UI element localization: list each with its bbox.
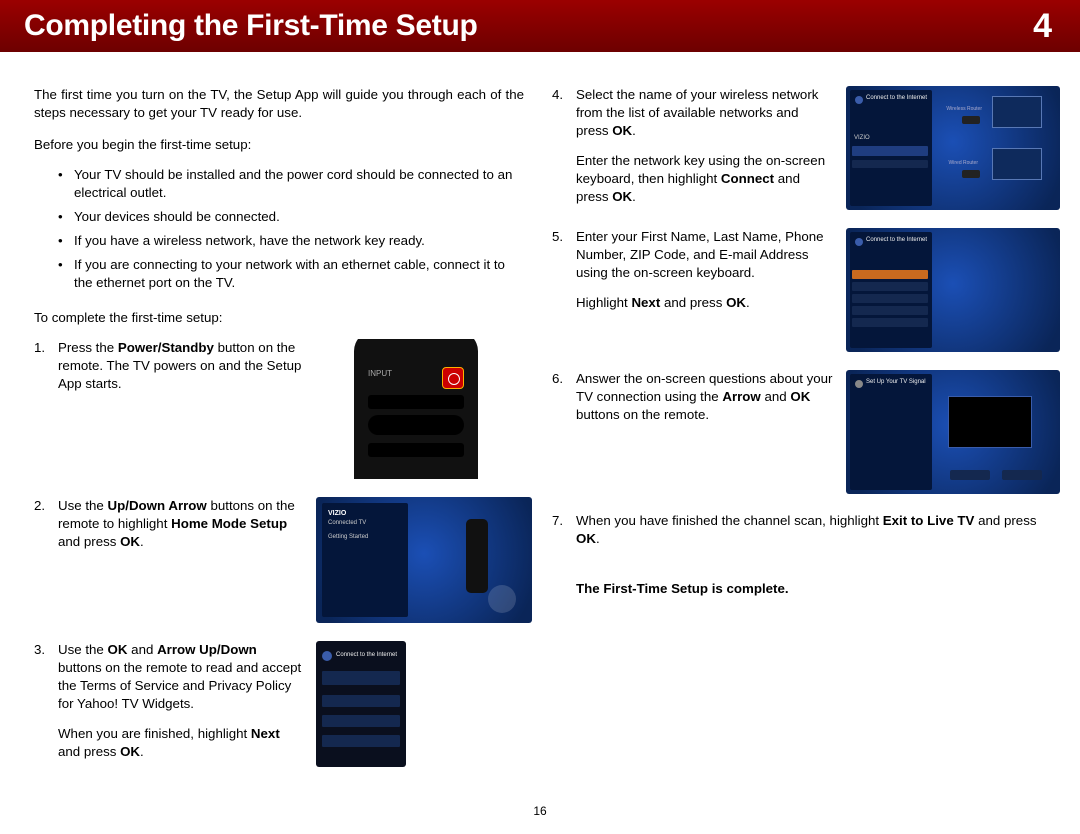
left-column: The first time you turn on the TV, the S… [34,86,524,785]
figure-terms: Connect to the Internet [316,641,406,767]
step-2: Use the Up/Down Arrow buttons on the rem… [34,497,524,623]
globe-icon [322,651,332,661]
step-4-text: Select the name of your wireless network… [576,86,834,206]
bold: OK [120,534,140,549]
bold: OK [726,295,746,310]
before-item: If you are connecting to your network wi… [58,256,524,292]
text: . [746,295,750,310]
text: and press [974,513,1036,528]
fig-label: Wired Router [949,160,978,167]
figure-tv-signal: Set Up Your TV Signal [846,370,1060,494]
bold: Next [251,726,280,741]
before-item: If you have a wireless network, have the… [58,232,524,250]
step-1-text: Press the Power/Standby button on the re… [58,339,304,393]
bold: OK [108,642,128,657]
fig-label: Connect to the Internet [866,236,927,244]
bold: OK [612,123,632,138]
figure-network: Connect to the Internet VIZIO Wireless R… [846,86,1060,210]
text: . [632,123,636,138]
bold: OK [612,189,632,204]
globe-icon [855,96,863,104]
step-5-text: Enter your First Name, Last Name, Phone … [576,228,834,312]
bold: Arrow Up/Down [157,642,257,657]
tv-icon [992,96,1042,128]
complete-message: The First-Time Setup is complete. [552,580,1042,598]
power-icon [442,367,464,389]
bold: Next [631,295,660,310]
bold: Exit to Live TV [883,513,975,528]
router-icon [962,170,980,178]
figure-remote: INPUT [316,339,526,479]
text: . [140,534,144,549]
gear-icon [855,380,863,388]
step-3: Use the OK and Arrow Up/Down buttons on … [34,641,524,767]
fig-label: Connect to the Internet [866,94,927,102]
bold: Arrow [722,389,760,404]
chapter-title: Completing the First-Time Setup [24,9,478,43]
mini-remote-icon [466,519,488,593]
before-list: Your TV should be installed and the powe… [34,166,524,298]
text: . [596,531,600,546]
globe-icon [855,238,863,246]
circle-icon [488,585,516,613]
bold: Connect [721,171,774,186]
text: and [761,389,791,404]
steps-right: Select the name of your wireless network… [552,86,1042,566]
router-icon [962,116,980,124]
step-6-text: Answer the on-screen questions about you… [576,370,834,424]
text: Enter your First Name, Last Name, Phone … [576,228,834,282]
fig-label: VIZIO [854,134,870,142]
text: and press [58,534,120,549]
bold: OK [576,531,596,546]
fig-label: Connected TV [328,519,366,527]
step-5: Enter your First Name, Last Name, Phone … [552,228,1042,352]
text: and [127,642,157,657]
figure-home-mode: VIZIO Connected TV Getting Started [316,497,532,623]
step-6: Answer the on-screen questions about you… [552,370,1042,494]
step-1: Press the Power/Standby button on the re… [34,339,524,479]
intro-paragraph: The first time you turn on the TV, the S… [34,86,524,122]
step-3-text: Use the OK and Arrow Up/Down buttons on … [58,641,304,761]
before-lead: Before you begin the first-time setup: [34,136,524,154]
text: Press the [58,340,118,355]
step-4: Select the name of your wireless network… [552,86,1042,210]
before-item: Your TV should be installed and the powe… [58,166,524,202]
chapter-header: Completing the First-Time Setup 4 [0,0,1080,52]
text: Use the [58,642,108,657]
step-7-text: When you have finished the channel scan,… [576,512,1042,548]
fig-label: Wireless Router [946,106,982,113]
input-label: INPUT [368,369,392,380]
fig-label: Connect to the Internet [336,651,397,659]
text: . [632,189,636,204]
text: When you have finished the channel scan,… [576,513,883,528]
right-column: Select the name of your wireless network… [552,86,1042,785]
text: buttons on the remote to read and accept… [58,660,301,711]
step-7: When you have finished the channel scan,… [552,512,1042,548]
bold: Home Mode Setup [171,516,287,531]
figure-register: Connect to the Internet [846,228,1060,352]
bold: OK [120,744,140,759]
tv-icon [992,148,1042,180]
chapter-number: 4 [1033,7,1052,46]
page-content: The first time you turn on the TV, the S… [0,52,1080,785]
text: and press [660,295,726,310]
step-2-text: Use the Up/Down Arrow buttons on the rem… [58,497,304,551]
page-number: 16 [0,804,1080,818]
text: . [140,744,144,759]
text: buttons on the remote. [576,407,709,422]
fig-label: VIZIO [328,509,346,518]
text: Highlight [576,295,631,310]
fig-label: Getting Started [328,533,368,541]
bold: OK [790,389,810,404]
text: Use the [58,498,108,513]
complete-lead: To complete the first-time setup: [34,309,524,327]
steps-left: Press the Power/Standby button on the re… [34,339,524,785]
fig-label: Set Up Your TV Signal [866,378,926,386]
bold: Up/Down Arrow [108,498,207,513]
text: When you are finished, highlight [58,726,251,741]
tv-icon [948,396,1032,448]
bold: Power/Standby [118,340,214,355]
text: and press [58,744,120,759]
before-item: Your devices should be connected. [58,208,524,226]
